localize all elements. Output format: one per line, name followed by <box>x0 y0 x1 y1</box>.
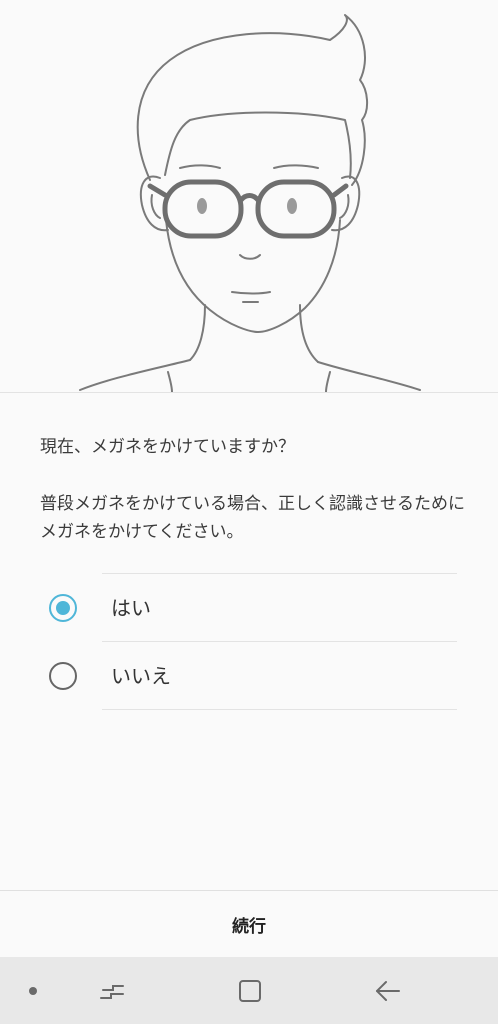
option-no-label: いいえ <box>111 664 171 688</box>
glasses-options: はい いいえ <box>0 573 498 710</box>
option-yes-label: はい <box>111 596 151 620</box>
option-yes[interactable]: はい <box>0 574 498 641</box>
option-no[interactable]: いいえ <box>0 642 498 709</box>
back-icon[interactable] <box>366 957 410 1024</box>
navigation-bar <box>0 957 498 1024</box>
radio-selected-icon[interactable] <box>49 594 77 622</box>
continue-button[interactable]: 続行 <box>0 891 498 957</box>
section-divider <box>0 392 498 393</box>
recent-apps-icon[interactable] <box>90 957 134 1024</box>
question-text: 現在、メガネをかけていますか？ <box>40 437 295 457</box>
description-text: 普段メガネをかけている場合、正しく認識させるためにメガネをかけてください。 <box>40 494 465 542</box>
home-icon[interactable] <box>228 957 272 1024</box>
option-divider <box>102 709 457 710</box>
face-illustration <box>0 0 498 392</box>
face-with-glasses-icon <box>79 14 421 392</box>
radio-unselected-icon[interactable] <box>49 662 77 690</box>
dot-icon[interactable] <box>18 957 48 1024</box>
